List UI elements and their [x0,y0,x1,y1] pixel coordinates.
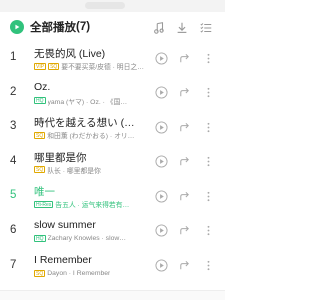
song-title: 唯一 [34,186,55,199]
share-icon[interactable] [177,86,191,100]
sq-badge: SQ [48,62,60,70]
more-icon[interactable] [201,155,215,169]
song-number: 3 [10,120,17,133]
song-title: slow summer [34,218,96,231]
more-icon[interactable] [201,51,215,65]
mv-play-icon[interactable] [154,259,168,273]
share-icon[interactable] [177,259,191,273]
song-row[interactable]: 3 時代を越える想い (穿越… SQ 和田薫 (わだかおる) · オリ… [0,111,225,146]
song-row[interactable]: 4 哪里都是你 SQ 队长 · 哪里都是你 [0,146,225,181]
song-number: 2 [10,85,17,98]
song-row[interactable]: 1 无畏的风 (Live) VIP SQ 要不要买菜/皮德 · 明日之子… [0,42,225,77]
song-artist-album: 告五人 · 运气来得若有… [55,202,130,210]
download-icon[interactable] [174,20,190,36]
playlist-music-icon[interactable] [151,20,167,36]
share-icon[interactable] [177,155,191,169]
song-artist-album: 和田薫 (わだかおる) · オリ… [47,133,135,141]
share-icon[interactable] [177,224,191,238]
song-title: Oz. [34,80,51,93]
song-row-playing[interactable]: 5 唯一 Hi-Res 告五人 · 运气来得若有… [0,180,225,215]
song-subtitle: VIP SQ 要不要买菜/皮德 · 明日之子… [34,61,144,71]
song-artist-album: yama (ヤマ) · Oz. · 《国… [47,98,128,106]
more-icon[interactable] [201,224,215,238]
song-row[interactable]: 7 I Remember SQ Dayon · I Remember [0,250,225,285]
hq-badge: HQ [34,97,46,105]
song-subtitle: Hi-Res 告五人 · 运气来得若有… [34,199,144,209]
mv-play-icon[interactable] [154,120,168,134]
song-number: 4 [10,154,17,167]
hq-badge: HQ [34,235,46,243]
mv-play-icon[interactable] [154,224,168,238]
song-number: 7 [10,258,17,271]
sq-badge: SQ [34,270,46,278]
sq-badge: SQ [34,166,46,174]
song-number: 6 [10,223,17,236]
song-count: (7) [76,21,91,33]
play-all-icon[interactable] [10,20,24,34]
sq-badge: SQ [34,131,46,139]
song-subtitle: SQ 队长 · 哪里都是你 [34,165,144,175]
song-list: 1 无畏的风 (Live) VIP SQ 要不要买菜/皮德 · 明日之子… 2 … [0,42,225,284]
share-icon[interactable] [177,189,191,203]
playlist-header: 全部播放 (7) [0,12,225,42]
song-title: I Remember [34,253,92,266]
song-artist-album: Zachary Knowles · slow… [47,235,127,243]
multi-select-icon[interactable] [198,20,214,36]
mv-play-icon[interactable] [154,86,168,100]
share-icon[interactable] [177,51,191,65]
mv-play-icon[interactable] [154,155,168,169]
song-row[interactable]: 2 Oz. HQ yama (ヤマ) · Oz. · 《国… [0,77,225,112]
more-icon[interactable] [201,120,215,134]
song-artist-album: 队长 · 哪里都是你 [47,167,101,175]
song-title: 哪里都是你 [34,151,87,164]
more-icon[interactable] [201,259,215,273]
song-number: 1 [10,51,17,63]
drag-handle[interactable] [85,2,125,9]
song-subtitle: HQ Zachary Knowles · slow… [34,234,144,244]
bottom-edge [0,290,225,300]
mv-play-icon[interactable] [154,189,168,203]
mv-play-icon[interactable] [154,51,168,65]
song-number: 5 [10,189,17,202]
song-subtitle: SQ 和田薫 (わだかおる) · オリ… [34,130,144,140]
song-title: 无畏的风 (Live) [34,48,106,60]
more-icon[interactable] [201,86,215,100]
play-all-label[interactable]: 全部播放 [30,19,76,35]
drag-strip [0,0,225,12]
song-artist-album: 要不要买菜/皮德 · 明日之子… [61,64,144,71]
more-icon[interactable] [201,189,215,203]
vip-badge: VIP [34,62,47,70]
song-subtitle: SQ Dayon · I Remember [34,269,144,279]
share-icon[interactable] [177,120,191,134]
song-row[interactable]: 6 slow summer HQ Zachary Knowles · slow… [0,215,225,250]
song-artist-album: Dayon · I Remember [47,270,111,278]
song-subtitle: HQ yama (ヤマ) · Oz. · 《国… [34,96,144,106]
song-title: 時代を越える想い (穿越… [34,117,142,130]
hires-badge: Hi-Res [34,200,54,208]
